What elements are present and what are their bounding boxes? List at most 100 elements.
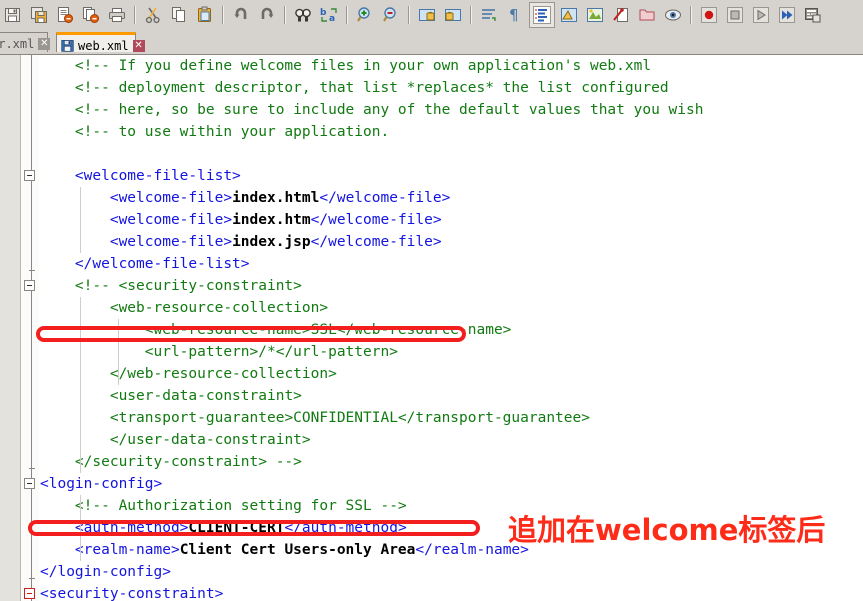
code-line: <!-- to use within your application. [40, 121, 863, 143]
close-file-icon[interactable] [53, 3, 77, 27]
toolbar-separator [134, 6, 136, 24]
code-line: <url-pattern>/*</url-pattern> [40, 341, 863, 363]
record-macro-icon[interactable] [697, 3, 721, 27]
editor-gutter [0, 55, 21, 601]
welcome-file-list-end-highlight [36, 326, 466, 342]
user-defined-language-icon[interactable] [583, 3, 607, 27]
cut-icon[interactable] [141, 3, 165, 27]
toolbar-separator [470, 6, 472, 24]
indent-guide [79, 297, 81, 473]
code-token-tag: <welcome-file> [109, 234, 233, 250]
svg-text:a: a [329, 14, 335, 24]
login-config-start-highlight [28, 520, 480, 536]
code-line: <!-- deployment descriptor, that list *r… [40, 77, 863, 99]
code-token-tag: <login-config> [40, 476, 163, 492]
code-token-tag: <security-constraint> [40, 586, 224, 601]
show-indent-guide-icon[interactable] [529, 2, 555, 28]
tab-label: web.xml [78, 38, 129, 53]
stop-macro-icon[interactable] [723, 3, 747, 27]
run-multiple-macro-icon[interactable] [775, 3, 799, 27]
code-token-cmt: <!-- If you define welcome files in your… [74, 58, 652, 74]
toolbar-separator [690, 6, 692, 24]
play-macro-icon[interactable] [749, 3, 773, 27]
paste-icon[interactable] [193, 3, 217, 27]
document-map-icon[interactable] [661, 3, 685, 27]
folder-workspace-icon[interactable] [635, 3, 659, 27]
fold-end-tick [29, 468, 35, 469]
code-token-val: index.html [232, 190, 320, 206]
svg-text:b: b [320, 8, 327, 18]
code-token-tag: <welcome-file> [109, 190, 233, 206]
code-line: <transport-guarantee>CONFIDENTIAL</trans… [40, 407, 863, 429]
zoom-out-icon[interactable] [379, 3, 403, 27]
svg-text:¶: ¶ [509, 6, 519, 24]
code-token-tag: <welcome-file> [109, 212, 233, 228]
code-token-cmt: </security-constraint> --> [74, 454, 302, 470]
zoom-in-icon[interactable] [353, 3, 377, 27]
indent-guide [79, 187, 81, 253]
tab-server-xml[interactable]: er.xml ✕ [0, 32, 51, 54]
redo-icon[interactable] [255, 3, 279, 27]
close-all-files-icon[interactable] [79, 3, 103, 27]
code-editor[interactable]: <!-- If you define welcome files in your… [0, 55, 863, 601]
fold-toggle[interactable] [24, 170, 35, 181]
code-token-val: index.jsp [232, 234, 311, 250]
notepad-plus-plus-window: b a ¶ r.xml ✕ web.xml ✕ <!-- If you defi… [0, 0, 863, 601]
toolbar-separator [222, 6, 224, 24]
code-token-tag: <realm-name> [74, 542, 180, 558]
code-token-cmt: <web-resource-collection> [109, 300, 329, 316]
show-whitespace-icon[interactable] [557, 3, 581, 27]
code-line: </web-resource-collection> [40, 363, 863, 385]
fold-toggle[interactable] [24, 280, 35, 291]
code-line: <welcome-file-list> [40, 165, 863, 187]
fold-guide-line [31, 55, 32, 601]
show-formatting-icon[interactable]: ¶ [503, 3, 527, 27]
code-token-cmt: </user-data-constraint> [109, 432, 311, 448]
toolbar-separator [346, 6, 348, 24]
undo-icon[interactable] [229, 3, 253, 27]
replace-icon[interactable]: b a [317, 3, 341, 27]
tab-label: er.xml [0, 36, 35, 51]
word-wrap-icon[interactable] [477, 3, 501, 27]
code-token-tag: </welcome-file> [319, 190, 451, 206]
close-icon[interactable]: ✕ [132, 39, 145, 52]
code-line: <welcome-file>index.jsp</welcome-file> [40, 231, 863, 253]
file-save-icon [61, 39, 74, 52]
edit-macro-icon[interactable] [609, 3, 633, 27]
code-line: </login-config> [40, 561, 863, 583]
code-line: <user-data-constraint> [40, 385, 863, 407]
code-line: </user-data-constraint> [40, 429, 863, 451]
save-macro-icon[interactable] [801, 3, 825, 27]
code-line: <welcome-file>index.html</welcome-file> [40, 187, 863, 209]
code-line: <!-- <security-constraint> [40, 275, 863, 297]
code-token-cmt: <!-- here, so be sure to include any of … [74, 102, 704, 118]
toolbar-separator [284, 6, 286, 24]
code-line: <welcome-file>index.htm</welcome-file> [40, 209, 863, 231]
close-icon[interactable]: ✕ [38, 37, 51, 50]
code-token-cmt: <!-- to use within your application. [74, 124, 390, 140]
code-token-cmt: </web-resource-collection> [109, 366, 337, 382]
code-token-cmt: <!-- Authorization setting for SSL --> [74, 498, 407, 514]
copy-icon[interactable] [167, 3, 191, 27]
code-line: <login-config> [40, 473, 863, 495]
find-icon[interactable] [291, 3, 315, 27]
code-token-tag: </welcome-file-list> [74, 256, 250, 272]
fold-toggle[interactable] [24, 588, 35, 599]
save-icon[interactable] [1, 3, 25, 27]
code-line: <!-- If you define welcome files in your… [40, 55, 863, 77]
code-line: <security-constraint> [40, 583, 863, 601]
annotation-note-text: 追加在welcome标签后 [508, 513, 826, 547]
code-token-tag: </welcome-file> [310, 212, 442, 228]
code-token-tag: </welcome-file> [310, 234, 442, 250]
sync-scroll-vertical-icon[interactable] [415, 3, 439, 27]
code-token-cmt: <!-- deployment descriptor, that list *r… [74, 80, 669, 96]
code-token-cmt: <transport-guarantee>CONFIDENTIAL</trans… [109, 410, 590, 426]
fold-toggle[interactable] [24, 478, 35, 489]
save-all-icon[interactable] [27, 3, 51, 27]
code-token-cmt: <url-pattern>/*</url-pattern> [144, 344, 398, 360]
print-icon[interactable] [105, 3, 129, 27]
sync-scroll-horizontal-icon[interactable] [441, 3, 465, 27]
code-line: <!-- here, so be sure to include any of … [40, 99, 863, 121]
code-line: </welcome-file-list> [40, 253, 863, 275]
